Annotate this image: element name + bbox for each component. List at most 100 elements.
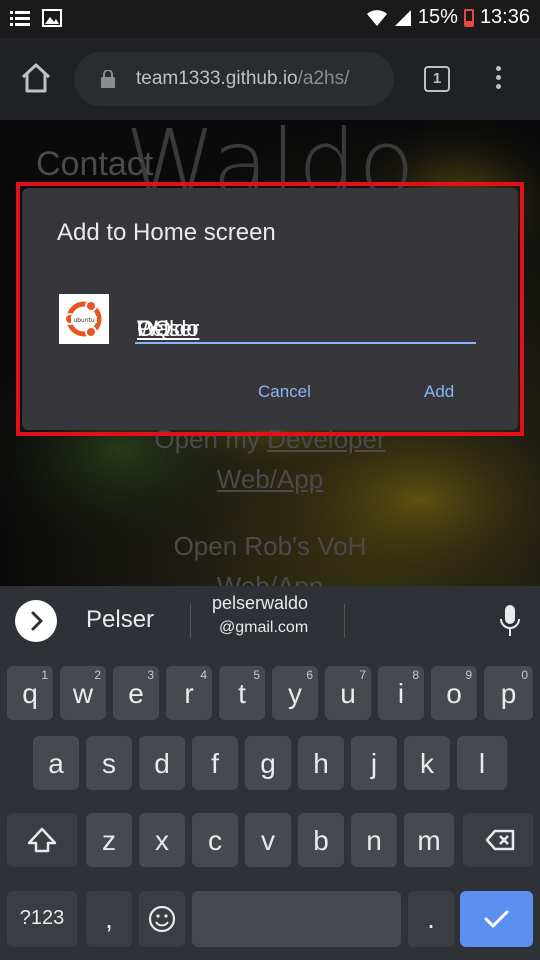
key-label: h <box>313 748 329 779</box>
address-bar[interactable]: team1333.github.io/a2hs/ <box>74 52 394 106</box>
key-v[interactable]: v <box>245 813 291 867</box>
key-t[interactable]: 5t <box>219 666 265 720</box>
key-label: i <box>397 678 405 709</box>
clock: 13:36 <box>479 6 530 28</box>
developer-link-line2-text: Web/App <box>216 464 324 494</box>
backspace-key[interactable] <box>463 813 533 867</box>
expand-suggestions-button[interactable] <box>15 600 57 642</box>
emoji-key[interactable] <box>139 891 185 947</box>
add-button[interactable]: Add <box>424 382 454 402</box>
dialog-title: Add to Home screen <box>57 219 276 246</box>
key-u[interactable]: 7u <box>325 666 371 720</box>
battery-percent: 15% <box>417 6 458 28</box>
key-label: w <box>72 678 94 709</box>
suggestion-strip: Pelser pelserwaldo @gmail.com <box>0 586 540 656</box>
add-to-home-dialog: Add to Home screen ubuntu Waldo OQ Pelse… <box>22 188 518 430</box>
suggestion-divider <box>344 604 345 638</box>
signal-icon <box>394 9 411 26</box>
url-host: team1333.github.io <box>136 68 298 89</box>
key-w[interactable]: 2w <box>60 666 106 720</box>
name-part-4: Pelser <box>137 316 200 341</box>
key-label: n <box>366 825 382 856</box>
suggestion-2-line1[interactable]: pelserwaldo <box>212 593 308 614</box>
browser-toolbar: team1333.github.io/a2hs/ 1 <box>0 38 540 120</box>
key-label: q <box>22 678 38 709</box>
key-label: . <box>427 903 435 934</box>
home-icon[interactable] <box>18 60 54 96</box>
suggestion-2-line2[interactable]: @gmail.com <box>219 619 308 637</box>
key-b[interactable]: b <box>298 813 344 867</box>
shift-icon <box>27 827 57 853</box>
key-label: r <box>184 678 194 709</box>
key-label: m <box>417 825 441 856</box>
shift-key[interactable] <box>7 813 77 867</box>
key-k[interactable]: k <box>404 736 450 790</box>
tab-switcher-button[interactable]: 1 <box>424 66 450 92</box>
comma-key[interactable]: , <box>86 891 132 947</box>
space-key[interactable] <box>192 891 401 947</box>
checkmark-icon <box>484 910 509 928</box>
key-i[interactable]: 8i <box>378 666 424 720</box>
key-label: t <box>238 678 246 709</box>
page-heading: Contact <box>36 145 154 183</box>
period-key[interactable]: . <box>408 891 454 947</box>
key-label: g <box>260 748 276 779</box>
key-x[interactable]: x <box>139 813 185 867</box>
url-text: team1333.github.io/a2hs/ <box>136 68 349 90</box>
key-label: p <box>500 678 517 709</box>
key-c[interactable]: c <box>192 813 238 867</box>
key-y[interactable]: 6y <box>272 666 318 720</box>
notification-list-icon <box>10 11 30 26</box>
backspace-icon <box>485 829 515 851</box>
key-l[interactable]: l <box>457 736 507 790</box>
key-d[interactable]: d <box>139 736 185 790</box>
key-label: l <box>478 748 486 779</box>
voh-link[interactable]: Open Rob's VoH <box>0 531 540 562</box>
key-g[interactable]: g <box>245 736 291 790</box>
key-label: b <box>313 825 329 856</box>
key-label: ?123 <box>19 907 65 929</box>
key-label: j <box>370 748 378 779</box>
key-label: f <box>211 748 219 779</box>
key-label: y <box>288 678 302 709</box>
voh-link-line2[interactable]: Web/App <box>0 571 540 586</box>
microphone-icon[interactable] <box>498 603 522 639</box>
key-label: s <box>102 748 116 779</box>
wifi-icon <box>366 9 387 26</box>
app-icon: ubuntu <box>59 294 109 344</box>
key-label: , <box>105 903 113 934</box>
key-j[interactable]: j <box>351 736 397 790</box>
key-a[interactable]: a <box>33 736 79 790</box>
done-key[interactable] <box>460 891 533 947</box>
key-label: d <box>154 748 170 779</box>
suggestion-1[interactable]: Pelser <box>86 606 154 634</box>
symbols-key[interactable]: ?123 <box>7 891 77 947</box>
shortcut-name-input[interactable]: Waldo OQ Pelser <box>135 292 476 344</box>
developer-link-line2[interactable]: Web/App <box>0 464 540 495</box>
url-path: /a2hs/ <box>297 68 350 89</box>
app-icon-label: ubuntu <box>73 317 95 324</box>
key-r[interactable]: 4r <box>166 666 212 720</box>
key-z[interactable]: z <box>86 813 132 867</box>
key-label: v <box>261 825 275 856</box>
overflow-menu-icon[interactable] <box>490 66 506 96</box>
key-m[interactable]: m <box>404 813 454 867</box>
key-label: z <box>102 825 116 856</box>
key-label: u <box>340 678 356 709</box>
status-bar: 15% 13:36 <box>0 0 540 38</box>
key-n[interactable]: n <box>351 813 397 867</box>
key-label: c <box>208 825 222 856</box>
lock-icon <box>101 70 115 88</box>
key-o[interactable]: 9o <box>431 666 477 720</box>
key-s[interactable]: s <box>86 736 132 790</box>
cancel-button[interactable]: Cancel <box>258 382 311 402</box>
chevron-right-icon <box>31 611 43 631</box>
key-label: k <box>420 748 434 779</box>
key-q[interactable]: 1q <box>7 666 53 720</box>
key-h[interactable]: h <box>298 736 344 790</box>
key-p[interactable]: 0p <box>484 666 533 720</box>
battery-icon <box>463 8 474 27</box>
suggestion-divider <box>190 604 191 638</box>
key-f[interactable]: f <box>192 736 238 790</box>
key-e[interactable]: 3e <box>113 666 159 720</box>
